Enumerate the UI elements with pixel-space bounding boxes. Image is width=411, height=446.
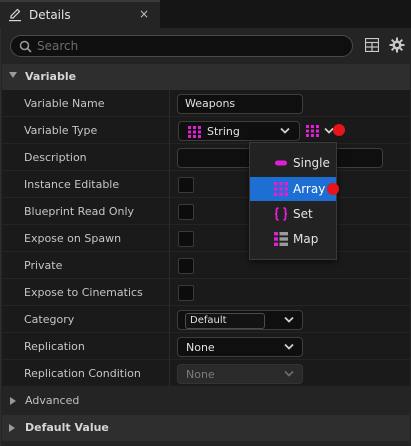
column-divider	[169, 117, 170, 144]
property-matrix-icon[interactable]	[365, 38, 379, 52]
replication-condition-value: None	[186, 368, 215, 381]
row-label: Variable Type	[24, 124, 98, 137]
row-label: Instance Editable	[24, 178, 120, 191]
row-description: Description	[2, 144, 410, 171]
column-divider	[169, 252, 170, 279]
column-divider	[169, 90, 170, 117]
instance-editable-checkbox[interactable]	[178, 177, 194, 193]
container-type-button[interactable]	[304, 121, 334, 141]
row-variable-type: Variable Type String	[2, 117, 410, 144]
tab-close-icon[interactable]: ×	[139, 7, 149, 21]
section-advanced[interactable]: Advanced	[2, 388, 410, 414]
row-label: Expose on Spawn	[24, 232, 122, 245]
row-label: Private	[24, 259, 63, 272]
expose-on-spawn-checkbox[interactable]	[178, 231, 194, 247]
row-category: Category Default	[2, 306, 410, 333]
row-label: Description	[24, 151, 87, 164]
expand-arrow-icon	[10, 397, 16, 405]
search-input[interactable]	[37, 38, 337, 54]
string-array-pin-icon	[188, 126, 201, 138]
menu-item-label: Single	[293, 156, 330, 170]
array-grid-icon	[274, 182, 288, 196]
array-grid-icon	[306, 125, 319, 137]
row-label: Blueprint Read Only	[24, 205, 135, 218]
menu-item-set[interactable]: Set	[250, 202, 336, 226]
column-divider	[169, 360, 170, 387]
chevron-down-icon	[284, 370, 294, 377]
column-divider	[169, 279, 170, 306]
expand-arrow-icon	[9, 424, 15, 432]
column-divider	[169, 144, 170, 171]
details-panel: Variable Variable Name Weapons Variable …	[0, 28, 411, 446]
row-replication: Replication None	[2, 333, 410, 360]
row-label: Replication	[24, 340, 85, 353]
chevron-down-icon	[284, 343, 294, 350]
row-label: Category	[24, 313, 75, 326]
menu-item-map[interactable]: Map	[250, 227, 336, 251]
tab-bar: Details ×	[0, 0, 411, 28]
details-pencil-icon	[9, 8, 21, 22]
row-blueprint-read-only: Blueprint Read Only	[2, 198, 410, 225]
variable-type-dropdown[interactable]: String	[178, 121, 300, 141]
menu-item-label: Map	[293, 232, 319, 246]
column-divider	[169, 198, 170, 225]
column-divider	[169, 225, 170, 252]
row-expose-to-cinematics: Expose to Cinematics	[2, 279, 410, 306]
section-title: Default Value	[25, 421, 109, 434]
section-title: Variable	[25, 70, 77, 83]
chevron-down-icon	[280, 127, 290, 134]
search-box	[10, 35, 353, 57]
expose-to-cinematics-checkbox[interactable]	[178, 285, 194, 301]
category-combo[interactable]: Default	[177, 310, 303, 330]
section-variable[interactable]: Variable	[2, 64, 410, 90]
replication-value: None	[186, 341, 215, 354]
single-pill-icon	[275, 160, 287, 166]
search-icon	[19, 40, 32, 53]
collapse-arrow-icon	[9, 72, 17, 78]
row-label: Replication Condition	[24, 367, 141, 380]
row-variable-name: Variable Name Weapons	[2, 90, 410, 117]
variable-type-value: String	[207, 125, 240, 138]
container-type-menu: Single Array Set Map	[249, 142, 339, 260]
replication-dropdown[interactable]: None	[177, 337, 303, 357]
menu-item-label: Set	[293, 207, 313, 221]
tab-details[interactable]: Details ×	[0, 0, 160, 28]
gear-icon[interactable]	[389, 37, 405, 53]
menu-item-array[interactable]: Array	[250, 177, 339, 201]
private-checkbox[interactable]	[178, 258, 194, 274]
chevron-down-icon	[284, 316, 294, 323]
row-expose-on-spawn: Expose on Spawn	[2, 225, 410, 252]
map-icon	[274, 232, 288, 246]
column-divider	[169, 171, 170, 198]
column-divider	[169, 333, 170, 360]
set-braces-icon	[274, 207, 288, 221]
category-input[interactable]: Default	[185, 313, 265, 329]
red-marker-dot	[333, 124, 345, 136]
row-replication-condition: Replication Condition None	[2, 360, 410, 387]
blueprint-read-only-checkbox[interactable]	[178, 204, 194, 220]
column-divider	[169, 306, 170, 333]
menu-item-single[interactable]: Single	[250, 151, 336, 175]
red-marker-dot	[327, 183, 339, 195]
row-label: Expose to Cinematics	[24, 286, 143, 299]
replication-condition-dropdown: None	[177, 364, 303, 384]
variable-name-input[interactable]: Weapons	[177, 94, 303, 114]
row-private: Private	[2, 252, 410, 279]
row-label: Variable Name	[24, 97, 105, 110]
row-instance-editable: Instance Editable	[2, 171, 410, 198]
section-title: Advanced	[25, 394, 80, 407]
section-default-value[interactable]: Default Value	[2, 415, 410, 441]
tab-title: Details	[29, 8, 71, 22]
menu-item-label: Array	[293, 182, 326, 196]
